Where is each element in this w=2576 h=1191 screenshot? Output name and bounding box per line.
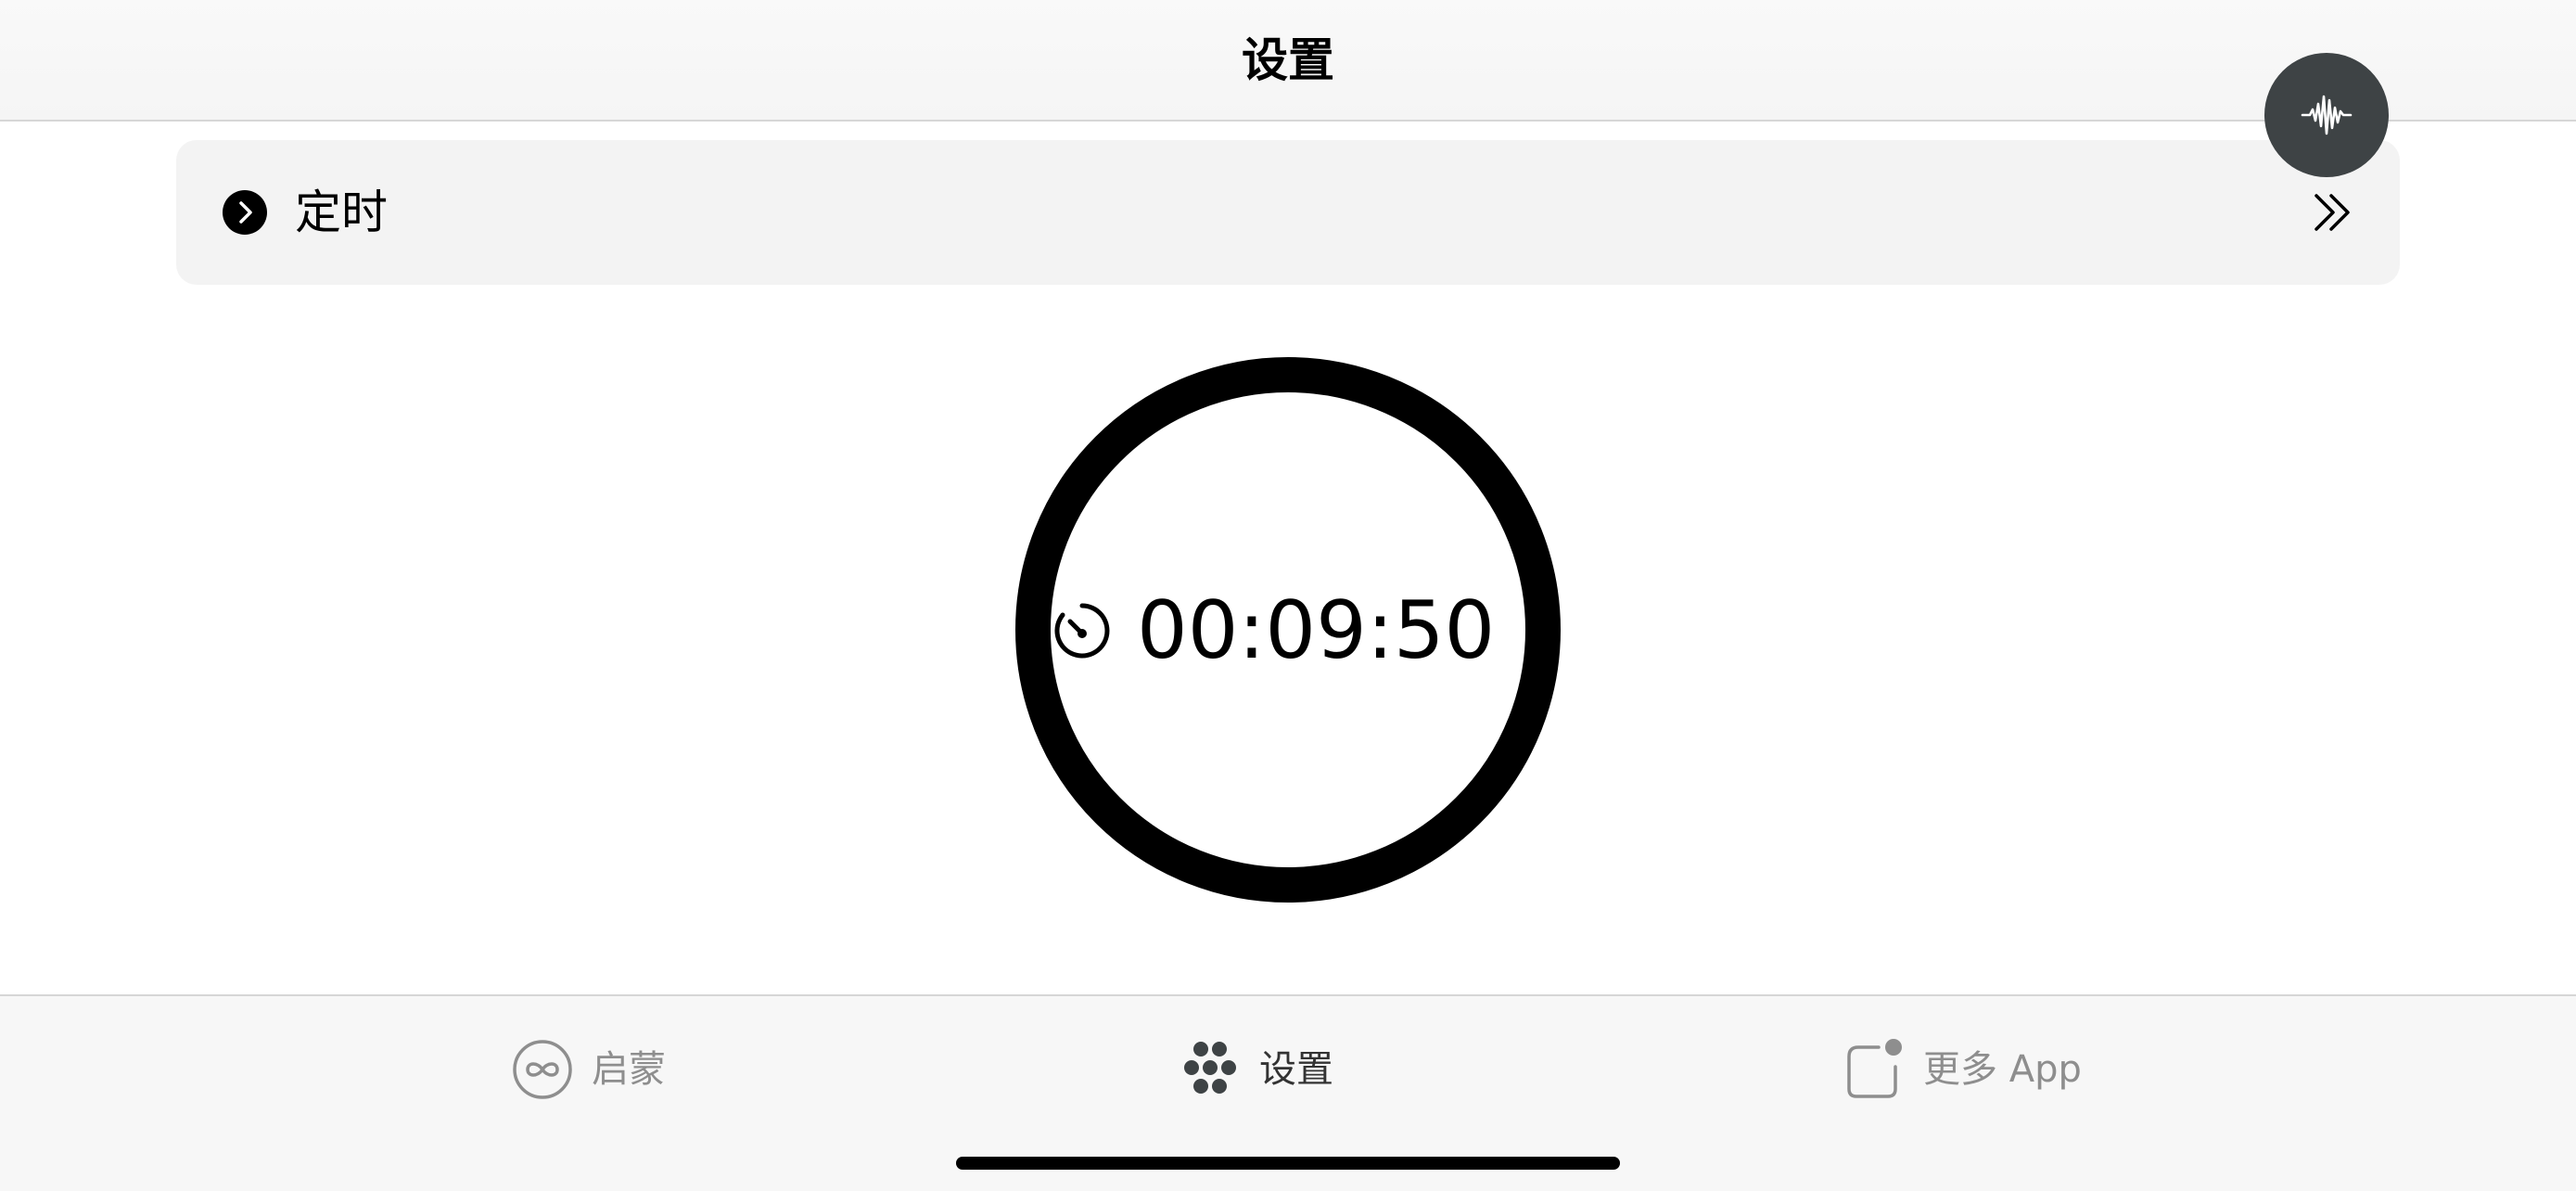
double-chevron-right-icon[interactable] [2311, 190, 2355, 235]
timer-value: 00:09:50 [1137, 584, 1496, 677]
timer-setting-row[interactable]: 定时 [176, 140, 2400, 285]
voice-button[interactable] [2264, 53, 2389, 177]
tab-settings[interactable]: 设置 [1180, 1037, 1333, 1102]
infinity-icon [513, 1040, 572, 1099]
home-indicator [956, 1157, 1620, 1170]
timer-icon [1054, 603, 1110, 659]
waveform-icon [2301, 95, 2353, 135]
tab-bar: 启蒙 设置 更多 App [0, 994, 2576, 1191]
tab-more-apps[interactable]: 更多 App [1843, 1037, 2082, 1102]
chevron-right-circle-icon [223, 190, 267, 235]
timer-row-label: 定时 [295, 186, 388, 239]
navigation-bar: 设置 [0, 0, 2576, 122]
tab-label: 启蒙 [592, 1048, 666, 1091]
timer-readout: 00:09:50 [1052, 580, 1495, 682]
dots-cluster-icon [1184, 1042, 1236, 1094]
app-badge-icon [1847, 1039, 1902, 1098]
tab-label: 设置 [1259, 1048, 1333, 1091]
tab-enlightenment[interactable]: 启蒙 [512, 1037, 666, 1102]
tab-label: 更多 App [1923, 1048, 2082, 1091]
page-title: 设置 [1242, 33, 1334, 87]
